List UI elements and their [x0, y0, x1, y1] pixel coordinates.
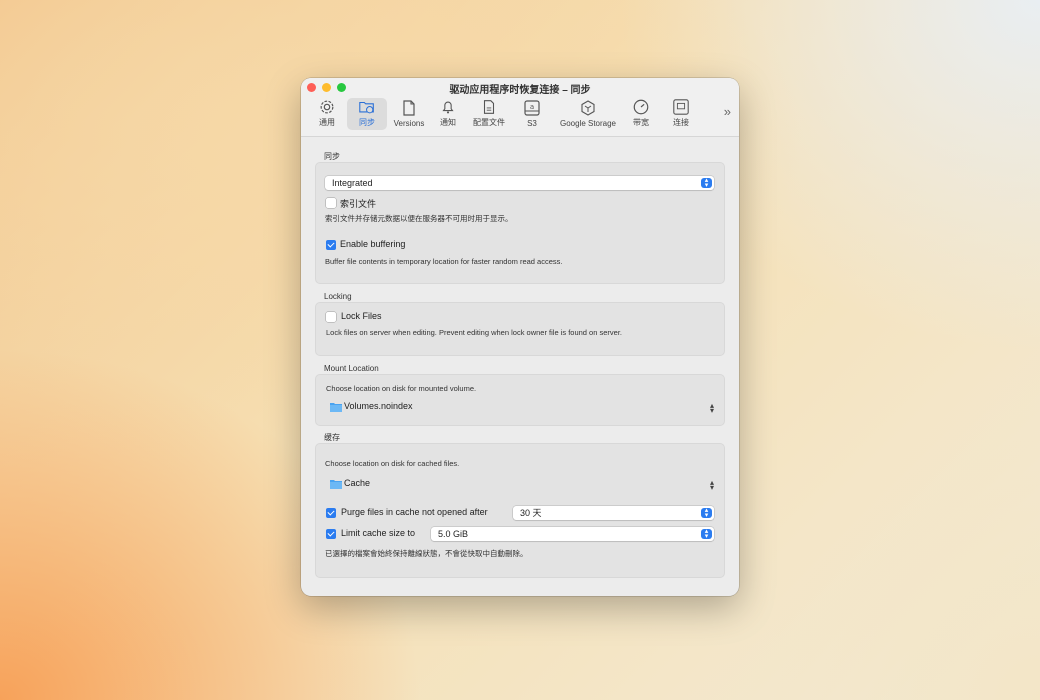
sync-group: Integrated ▴ ▾ 索引文件 索引文件并存储元数据以便在服务器不可用时用…: [315, 162, 725, 284]
profile-file-icon: [483, 100, 495, 114]
mount-group: Choose location on disk for mounted volu…: [315, 374, 725, 426]
titlebar: 驱动应用程序时恢复连接 – 同步 通用 同步 Versions 通知 配置文件: [301, 78, 739, 137]
popup-chevron-icon: ▴ ▾: [701, 528, 712, 540]
cache-chevron-icon: ▴ ▾: [709, 478, 714, 492]
locking-section-label: Locking: [324, 292, 352, 301]
lock-files-checkbox[interactable]: [326, 312, 336, 322]
purge-days-value: 30 天: [520, 508, 542, 518]
bell-icon: [442, 101, 454, 114]
buffering-checkbox[interactable]: [326, 240, 336, 250]
mount-description: Choose location on disk for mounted volu…: [326, 384, 477, 393]
cache-folder-name: Cache: [344, 478, 371, 488]
tab-google-storage[interactable]: Google Storage: [555, 98, 621, 130]
toolbar: 通用 同步 Versions 通知 配置文件 a S3 Google Stora…: [309, 98, 731, 132]
lock-files-description: Lock files on server when editing. Preve…: [326, 328, 622, 337]
purge-label: Purge files in cache not opened after: [341, 507, 488, 517]
locking-group: Lock Files Lock files on server when edi…: [315, 302, 725, 356]
document-icon: [403, 100, 415, 116]
tab-profiles[interactable]: 配置文件: [471, 98, 507, 130]
cache-description: Choose location on disk for cached files…: [325, 459, 460, 468]
purge-days-popup[interactable]: 30 天 ▴ ▾: [513, 506, 714, 520]
buffering-label: Enable buffering: [340, 239, 406, 249]
tab-sync[interactable]: 同步: [347, 98, 387, 130]
gear-icon: [320, 100, 334, 114]
lock-files-label: Lock Files: [341, 311, 382, 321]
cache-note: 已選擇的檔案會始終保持離線狀態，不會從快取中自動刪除。: [325, 549, 528, 558]
purge-checkbox[interactable]: [326, 508, 336, 518]
popup-chevron-icon: ▴ ▾: [701, 507, 712, 519]
index-description: 索引文件并存储元数据以便在服务器不可用时用于显示。: [325, 214, 513, 223]
folder-icon: [330, 480, 342, 489]
cache-location-popup[interactable]: Cache ▴ ▾: [316, 478, 724, 492]
gauge-icon: [633, 99, 649, 115]
cache-size-popup[interactable]: 5.0 GiB ▴ ▾: [431, 527, 714, 541]
tab-s3[interactable]: a S3: [517, 98, 547, 130]
folder-icon: [330, 403, 342, 412]
mount-section-label: Mount Location: [324, 364, 379, 373]
popup-chevron-icon: ▴ ▾: [701, 177, 712, 189]
tab-connection[interactable]: 连接: [667, 98, 695, 130]
network-icon: [673, 99, 689, 115]
tab-bandwidth[interactable]: 带宽: [627, 98, 655, 130]
s3-drive-icon: a: [524, 100, 540, 116]
mount-folder-name: Volumes.noindex: [344, 401, 413, 411]
google-storage-icon: [581, 100, 595, 116]
limit-cache-checkbox[interactable]: [326, 529, 336, 539]
window-title: 驱动应用程序时恢复连接 – 同步: [449, 85, 591, 96]
mount-chevron-icon: ▴ ▾: [709, 401, 714, 415]
sync-section-label: 同步: [324, 152, 340, 161]
mount-location-popup[interactable]: Volumes.noindex ▴ ▾: [316, 401, 724, 415]
cache-size-value: 5.0 GiB: [438, 529, 469, 539]
sync-mode-value: Integrated: [332, 178, 373, 188]
index-checkbox[interactable]: [326, 198, 336, 208]
sync-mode-popup[interactable]: Integrated ▴ ▾: [325, 176, 714, 190]
tab-versions[interactable]: Versions: [391, 98, 427, 130]
tab-general[interactable]: 通用: [313, 98, 341, 130]
cache-group: Choose location on disk for cached files…: [315, 443, 725, 578]
buffering-description: Buffer file contents in temporary locati…: [325, 257, 563, 266]
toolbar-overflow-icon[interactable]: »: [724, 104, 731, 119]
preferences-window: 驱动应用程序时恢复连接 – 同步 通用 同步 Versions 通知 配置文件: [301, 78, 739, 596]
tab-notifications[interactable]: 通知: [433, 98, 463, 130]
limit-cache-label: Limit cache size to: [341, 528, 416, 538]
svg-text:a: a: [530, 103, 534, 111]
cache-section-label: 缓存: [324, 433, 340, 442]
index-label: 索引文件: [340, 199, 377, 209]
sync-folder-icon: [359, 101, 374, 114]
